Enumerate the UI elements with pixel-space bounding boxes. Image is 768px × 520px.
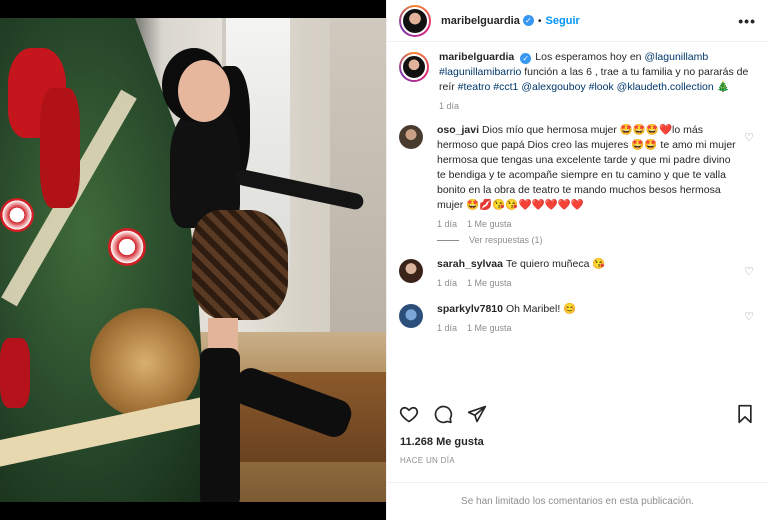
comment-text: sarah_sylvaa Te quiero muñeca 😘 bbox=[437, 257, 740, 272]
post-header: maribelguardia ✓ • Seguir ••• bbox=[387, 0, 768, 42]
candy-ornament bbox=[0, 198, 34, 232]
avatar-image bbox=[401, 6, 429, 35]
comment-likes[interactable]: 1 Me gusta bbox=[467, 278, 512, 288]
caption-time[interactable]: 1 día bbox=[439, 101, 459, 111]
person-skirt bbox=[192, 210, 288, 320]
comment-content: Oh Maribel! 😊 bbox=[505, 303, 577, 315]
hashtag-link[interactable]: #cct1 bbox=[493, 81, 518, 93]
commenter-username[interactable]: sparkylv7810 bbox=[437, 303, 503, 315]
follow-button[interactable]: Seguir bbox=[546, 15, 580, 27]
comment-time[interactable]: 1 día bbox=[437, 278, 457, 288]
comment-body: sarah_sylvaa Te quiero muñeca 😘 1 día 1 Me… bbox=[437, 257, 740, 288]
posted-timestamp[interactable]: HACE UN DÍA bbox=[400, 456, 455, 465]
photo-wall bbox=[330, 18, 386, 348]
comment-item: oso_javi Dios mío que hermosa mujer 🤩🤩🤩❤️… bbox=[399, 123, 754, 229]
caption-text: maribelguardia ✓ Los esperamos hoy en @lag… bbox=[439, 50, 754, 95]
comment-meta: 1 día 1 Me gusta bbox=[437, 323, 740, 333]
commenter-avatar[interactable] bbox=[399, 125, 423, 149]
author-username[interactable]: maribelguardia bbox=[441, 15, 520, 27]
commenter-username[interactable]: sarah_sylvaa bbox=[437, 258, 503, 270]
more-options-icon[interactable]: ••• bbox=[738, 13, 756, 29]
mention-link[interactable]: @lagunillamb bbox=[644, 51, 708, 63]
comment-bubble-icon[interactable] bbox=[433, 404, 453, 427]
comment-likes[interactable]: 1 Me gusta bbox=[467, 219, 512, 229]
comment-time[interactable]: 1 día bbox=[437, 219, 457, 229]
caption-avatar[interactable] bbox=[399, 52, 429, 82]
mention-link[interactable]: @klaudeth.collection bbox=[617, 81, 714, 93]
post-actions bbox=[387, 398, 768, 432]
bookmark-icon[interactable] bbox=[736, 404, 754, 427]
comment-meta: 1 día 1 Me gusta bbox=[437, 219, 740, 229]
avatar-image bbox=[401, 54, 427, 80]
view-replies-button[interactable]: Ver respuestas (1) bbox=[437, 235, 754, 245]
separator-dot: • bbox=[537, 14, 542, 27]
comment-time[interactable]: 1 día bbox=[437, 323, 457, 333]
instagram-post-modal: maribelguardia ✓ • Seguir ••• maribelgua… bbox=[0, 0, 768, 520]
commenter-avatar[interactable] bbox=[399, 259, 423, 283]
author-avatar[interactable] bbox=[399, 4, 431, 37]
comment-content: Te quiero muñeca 😘 bbox=[505, 258, 606, 270]
comment-content: Dios mío que hermosa mujer 🤩🤩🤩❤️lo más h… bbox=[437, 124, 736, 211]
person-head bbox=[178, 60, 230, 122]
comment-like-icon[interactable]: ♡ bbox=[740, 310, 754, 333]
comment-item: sparkylv7810 Oh Maribel! 😊 1 día 1 Me gust… bbox=[399, 302, 754, 333]
comment-body: sparkylv7810 Oh Maribel! 😊 1 día 1 Me gust… bbox=[437, 302, 740, 333]
comment-likes[interactable]: 1 Me gusta bbox=[467, 323, 512, 333]
person-boot bbox=[200, 348, 240, 502]
share-send-icon[interactable] bbox=[467, 404, 487, 427]
comment-text: sparkylv7810 Oh Maribel! 😊 bbox=[437, 302, 740, 317]
likes-count[interactable]: 11.268 Me gusta bbox=[400, 436, 484, 448]
post-photo[interactable] bbox=[0, 0, 386, 520]
verified-badge-icon: ✓ bbox=[522, 15, 534, 26]
comments-limited-notice: Se han limitado los comentarios en esta … bbox=[387, 482, 768, 520]
commenter-avatar[interactable] bbox=[399, 304, 423, 328]
candy-ornament bbox=[108, 228, 146, 266]
mention-link[interactable]: @alexgouboy bbox=[521, 81, 585, 93]
caption-text-part: Los esperamos hoy en bbox=[535, 51, 645, 63]
comment-like-icon[interactable]: ♡ bbox=[740, 265, 754, 288]
comments-list[interactable]: maribelguardia ✓ Los esperamos hoy en @lag… bbox=[387, 42, 768, 394]
commenter-username[interactable]: oso_javi bbox=[437, 124, 479, 136]
post-image bbox=[0, 18, 386, 502]
red-ornament bbox=[40, 88, 80, 208]
red-ornament bbox=[0, 338, 30, 408]
comment-like-icon[interactable]: ♡ bbox=[740, 131, 754, 229]
hashtag-link[interactable]: #teatro bbox=[458, 81, 491, 93]
comment-item: sarah_sylvaa Te quiero muñeca 😘 1 día 1 Me… bbox=[399, 257, 754, 288]
view-replies-label: Ver respuestas (1) bbox=[469, 235, 543, 245]
comment-meta: 1 día 1 Me gusta bbox=[437, 278, 740, 288]
like-heart-icon[interactable] bbox=[399, 404, 419, 427]
caption: maribelguardia ✓ Los esperamos hoy en @lag… bbox=[399, 50, 754, 111]
caption-body: maribelguardia ✓ Los esperamos hoy en @lag… bbox=[439, 50, 754, 111]
hashtag-link[interactable]: #lagunillamibarrio bbox=[439, 66, 521, 78]
tree-emoji: 🎄 bbox=[716, 81, 730, 93]
replies-line bbox=[437, 239, 459, 241]
caption-username[interactable]: maribelguardia bbox=[439, 51, 514, 63]
comment-body: oso_javi Dios mío que hermosa mujer 🤩🤩🤩❤️… bbox=[437, 123, 740, 229]
hashtag-link[interactable]: #look bbox=[589, 81, 614, 93]
caption-meta: 1 día bbox=[439, 101, 754, 111]
comment-text: oso_javi Dios mío que hermosa mujer 🤩🤩🤩❤️… bbox=[437, 123, 740, 213]
verified-badge-icon: ✓ bbox=[520, 53, 532, 64]
post-side-panel: maribelguardia ✓ • Seguir ••• maribelgua… bbox=[386, 0, 768, 520]
